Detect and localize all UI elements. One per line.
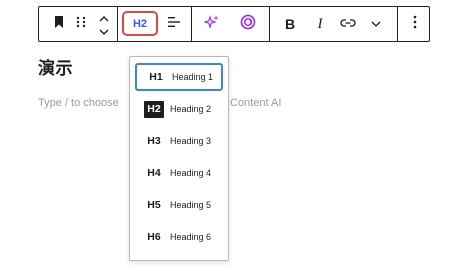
heading-tag: H5 <box>147 199 161 211</box>
sparkle-icon <box>203 14 220 35</box>
move-down-icon[interactable] <box>98 24 110 37</box>
toolbar-divider <box>397 7 398 41</box>
heading-label: Heading 4 <box>170 168 212 178</box>
heading-tag: H3 <box>147 135 161 147</box>
heading-level-menu: H1 Heading 1 H2 Heading 2 H3 Heading 3 H… <box>129 56 229 261</box>
bookmark-icon <box>54 15 64 33</box>
heading-tag: H6 <box>147 231 161 243</box>
menu-item-heading-1[interactable]: H1 Heading 1 <box>135 63 223 91</box>
content-ai-button[interactable] <box>235 7 261 41</box>
options-button[interactable] <box>405 7 425 41</box>
heading-label: Heading 2 <box>170 104 212 114</box>
heading-tag: H4 <box>147 167 161 179</box>
menu-item-heading-2[interactable]: H2 Heading 2 <box>135 95 223 123</box>
heading-label: Heading 3 <box>170 136 212 146</box>
block-toolbar: H2 B I <box>38 6 430 42</box>
more-options-icon <box>413 15 417 34</box>
menu-item-heading-5[interactable]: H5 Heading 5 <box>135 191 223 219</box>
post-heading[interactable]: 演示 <box>38 54 73 79</box>
chevron-down-icon <box>371 15 381 33</box>
align-icon <box>168 15 180 33</box>
link-button[interactable] <box>336 7 360 41</box>
move-up-icon[interactable] <box>98 11 110 24</box>
block-type-button[interactable] <box>47 7 71 41</box>
link-icon <box>340 15 356 33</box>
toolbar-divider <box>117 7 118 41</box>
toolbar-divider <box>191 7 192 41</box>
heading-label: Heading 1 <box>172 72 214 82</box>
menu-item-heading-4[interactable]: H4 Heading 4 <box>135 159 223 187</box>
italic-button[interactable]: I <box>309 7 331 41</box>
move-block-control <box>95 7 113 41</box>
bold-label: B <box>284 16 296 32</box>
heading-label: Heading 5 <box>170 200 212 210</box>
paragraph-placeholder-suffix: Content AI <box>230 97 282 109</box>
heading-tag: H2 <box>144 100 164 118</box>
drag-handle-button[interactable] <box>72 7 90 41</box>
paragraph-placeholder[interactable]: Type / to choose <box>38 97 119 109</box>
heading-level-label: H2 <box>132 17 148 30</box>
bold-button[interactable]: B <box>279 7 301 41</box>
ai-assistant-button[interactable] <box>199 7 225 41</box>
more-formatting-button[interactable] <box>366 7 386 41</box>
menu-item-heading-3[interactable]: H3 Heading 3 <box>135 127 223 155</box>
drag-handle-icon <box>76 15 86 33</box>
menu-item-heading-6[interactable]: H6 Heading 6 <box>135 223 223 251</box>
toolbar-divider <box>269 7 270 41</box>
heading-level-button[interactable]: H2 <box>122 11 158 36</box>
heading-tag: H1 <box>149 71 163 83</box>
ai-content-icon <box>240 14 256 35</box>
italic-label: I <box>317 15 323 32</box>
align-button[interactable] <box>163 7 185 41</box>
heading-label: Heading 6 <box>170 232 212 242</box>
